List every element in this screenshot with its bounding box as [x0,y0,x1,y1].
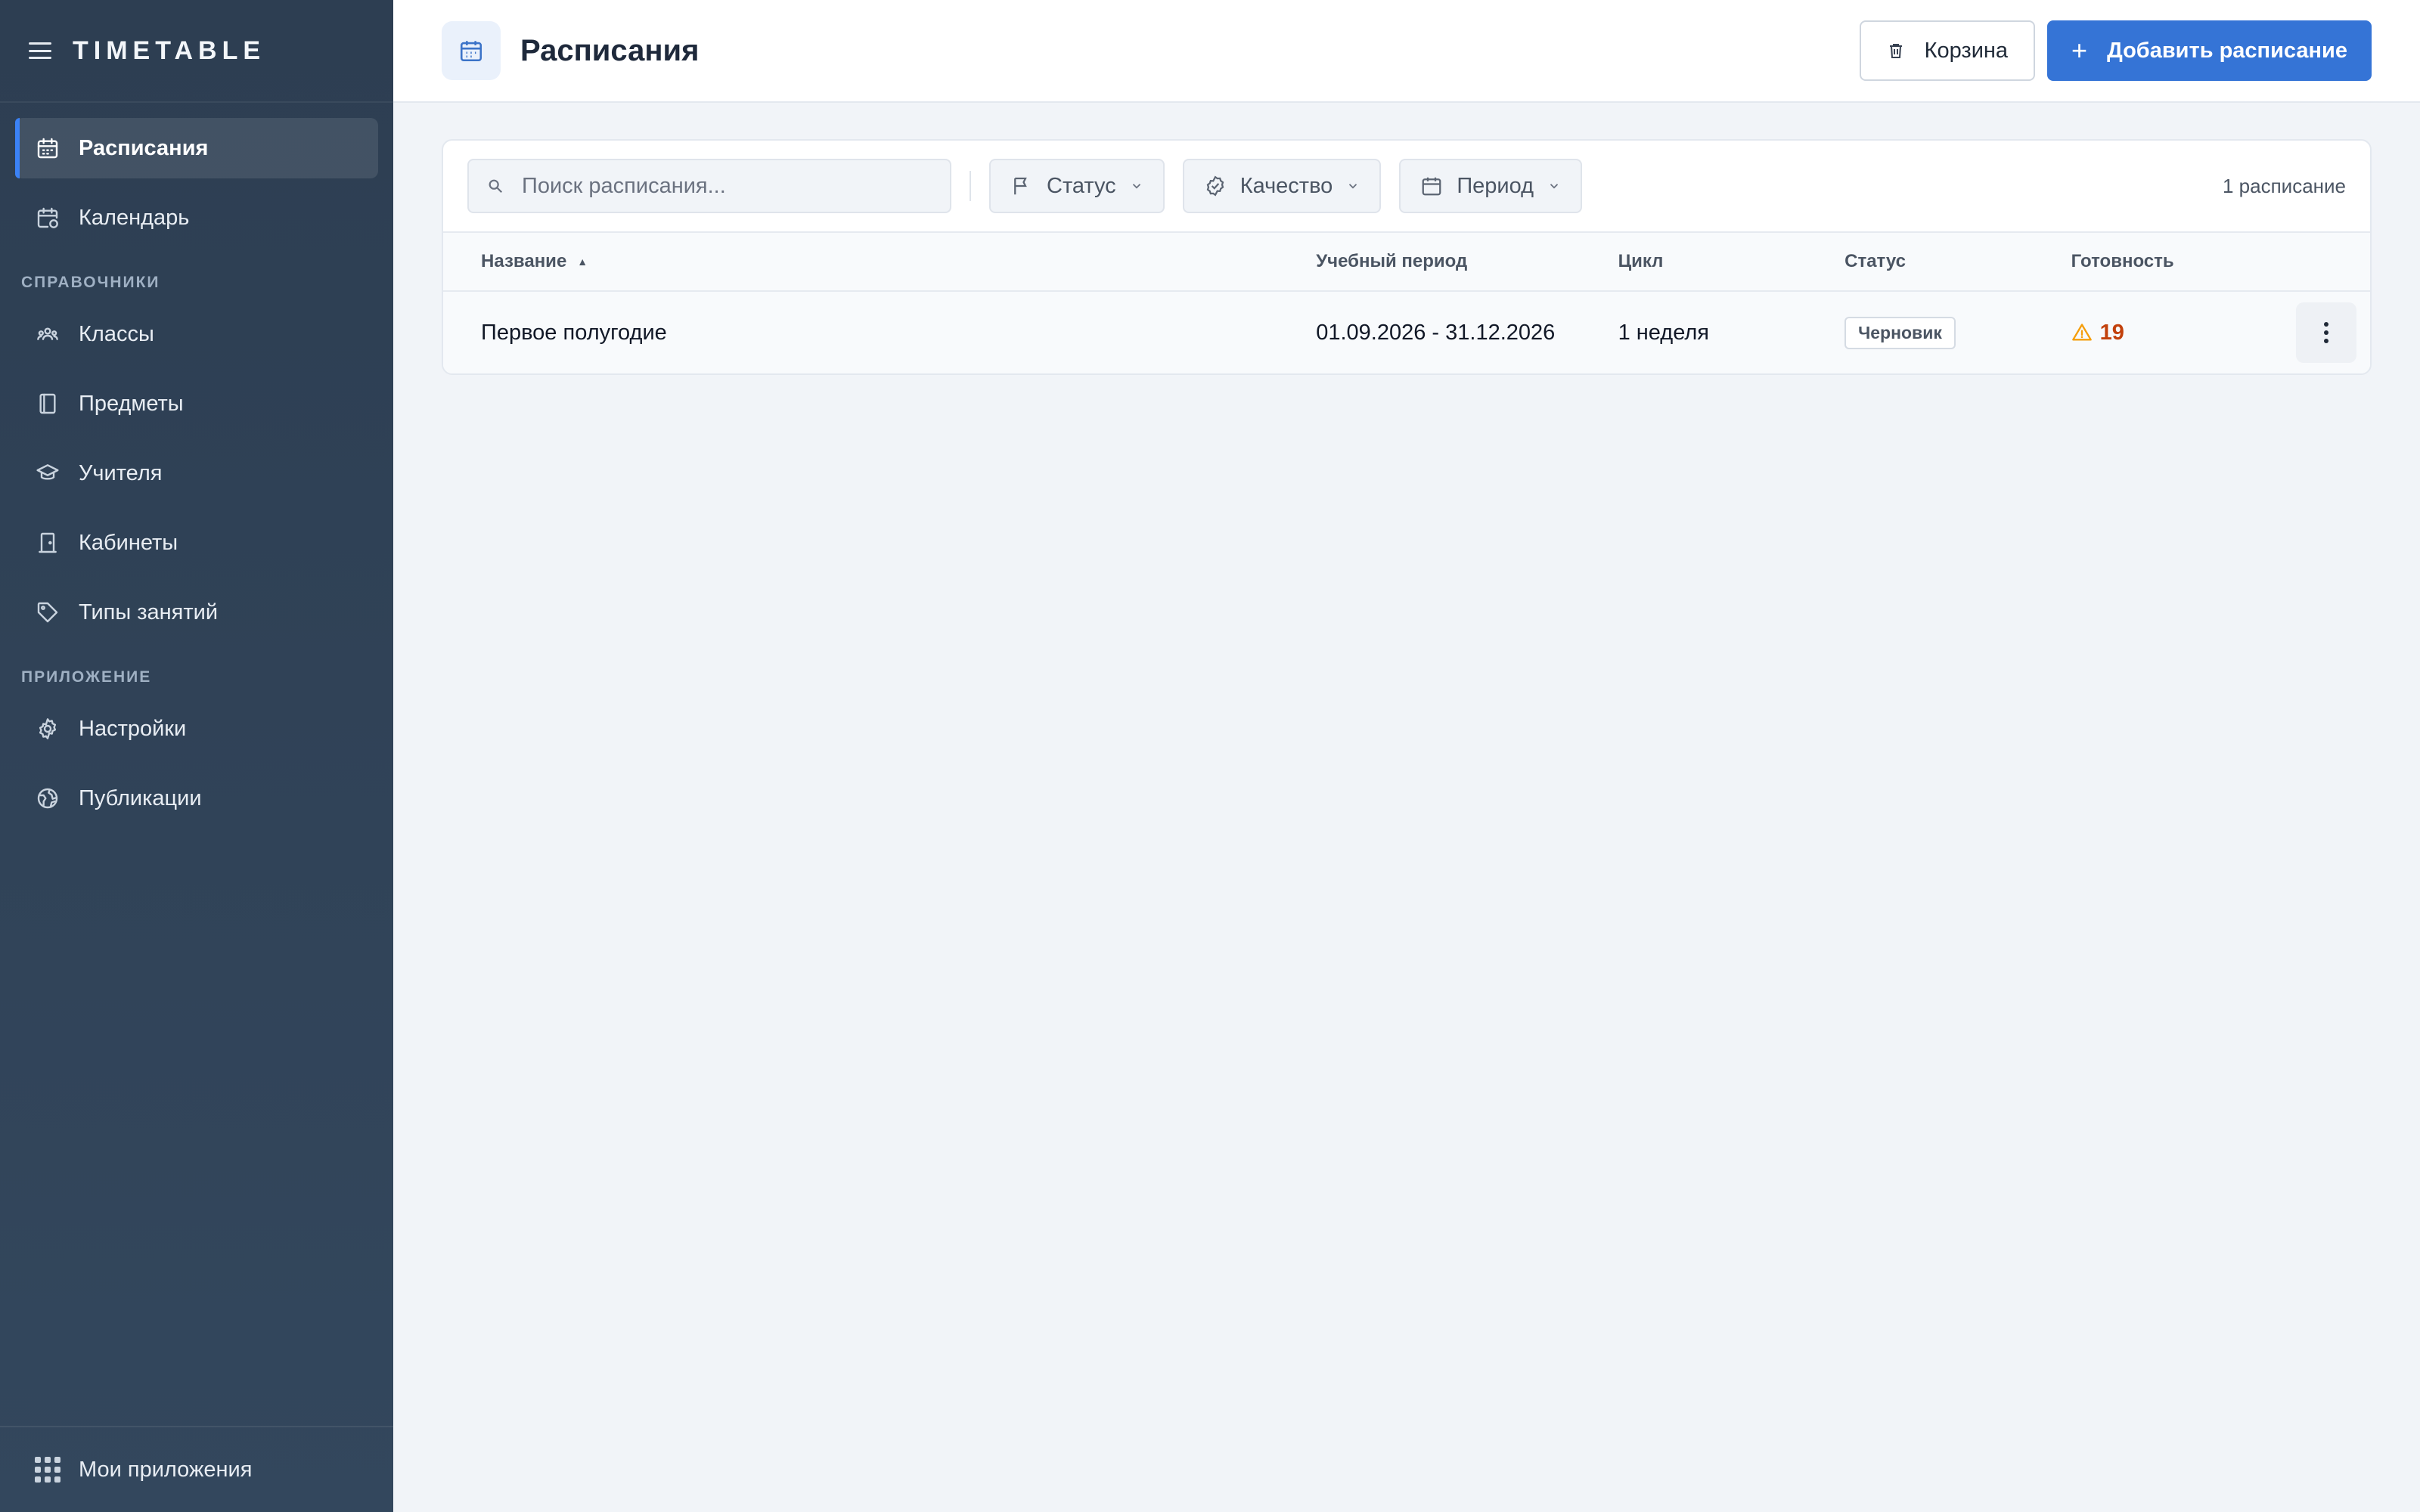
section-title-references: СПРАВОЧНИКИ [21,274,160,291]
sidebar-item-settings[interactable]: Настройки [15,699,378,759]
sidebar-item-lesson-types[interactable]: Типы занятий [15,582,378,643]
results-count: 1 расписание [2222,174,2346,197]
trash-icon [1889,44,1902,58]
kebab-dot [2324,330,2329,335]
sidebar-item-classes[interactable]: Классы [15,304,378,364]
sidebar-item-label: Типы занятий [79,600,219,624]
cell-status: Черновик [1844,316,2071,349]
readiness-count: 19 [2099,320,2124,345]
column-header-status: Статус [1844,251,1906,271]
apps-grid-icon [35,1457,60,1483]
sidebar-nav: Расписания Календарь СПРАВОЧНИКИ Классы [0,103,393,829]
quality-filter-button[interactable]: Качество [1182,159,1382,213]
plus-icon: + [2071,35,2088,66]
globe-icon [35,785,60,811]
kebab-dot [2324,322,2329,327]
sidebar-item-subjects[interactable]: Предметы [15,373,378,434]
sidebar-item-teachers[interactable]: Учителя [15,443,378,503]
filter-label: Период [1457,173,1534,198]
calendar-icon [442,21,501,80]
sidebar-item-rooms[interactable]: Кабинеты [15,513,378,573]
sidebar-item-label: Классы [79,321,154,346]
sidebar-item-label: Предметы [79,391,184,416]
toolbar-divider [970,171,971,201]
status-badge: Черновик [1844,316,1956,349]
trash-button[interactable]: Корзина [1859,20,2036,81]
search-input[interactable] [522,173,945,199]
sidebar: TIMETABLE Расписания Календарь СПРАВОЧНИ… [0,0,393,1512]
flag-icon [1010,175,1047,197]
cell-readiness: 19 [2071,321,2283,345]
kebab-dot [2324,339,2329,343]
table-header: Название ▲ Учебный период Цикл Статус Го… [443,233,2370,292]
filter-toolbar: Статус Качество [443,141,2370,233]
chevron-down-icon [1547,179,1561,193]
period-filter-button[interactable]: Период [1399,159,1583,213]
sidebar-item-schedules[interactable]: Расписания [15,118,378,178]
sidebar-brand: TIMETABLE [0,0,393,103]
add-schedule-button[interactable]: + Добавить расписание [2047,20,2372,81]
my-apps-button[interactable]: Мои приложения [0,1426,393,1512]
filter-label: Качество [1239,173,1333,198]
badge-check-icon [1204,175,1240,197]
table-row[interactable]: Первое полугодие 01.09.2026 - 31.12.2026… [443,292,2370,373]
cell-actions [2282,302,2370,363]
chevron-down-icon [1130,179,1143,193]
sort-asc-icon: ▲ [577,256,588,268]
app-root: TIMETABLE Расписания Календарь СПРАВОЧНИ… [0,0,2420,1512]
column-header-cycle: Цикл [1618,251,1664,271]
trash-button-label: Корзина [1924,38,2009,63]
cell-period: 01.09.2026 - 31.12.2026 [1316,320,1556,345]
chevron-down-icon [1346,179,1360,193]
filter-label: Статус [1047,173,1116,198]
page-title: Расписания [520,33,700,67]
gear-icon [35,716,60,742]
cell-name: Первое полугодие [481,320,667,345]
calendar-icon [35,135,60,161]
sidebar-item-label: Настройки [79,716,187,741]
search-icon [489,179,503,194]
sidebar-item-label: Расписания [79,135,209,160]
sidebar-item-label: Кабинеты [79,530,178,555]
section-title-application: ПРИЛОЖЕНИЕ [21,668,152,686]
column-header-name[interactable]: Название ▲ [443,251,1316,272]
menu-icon[interactable] [29,42,51,59]
sidebar-item-label: Учителя [79,460,163,485]
sidebar-item-label: Календарь [79,205,190,230]
graduation-cap-icon [35,460,60,486]
page-header: Расписания Корзина + Добавить расписание [393,0,2420,103]
search-box[interactable] [467,159,951,213]
sidebar-item-calendar[interactable]: Календарь [15,187,378,248]
main-content: Расписания Корзина + Добавить расписание [393,0,2420,1512]
status-filter-button[interactable]: Статус [989,159,1165,213]
schedules-card: Статус Качество [442,139,2372,375]
readiness-warning[interactable]: 19 [2071,321,2283,345]
calendar-icon [1420,175,1457,197]
sidebar-item-publications[interactable]: Публикации [15,768,378,829]
book-icon [35,391,60,417]
warning-icon [2071,324,2092,341]
column-header-readiness: Готовность [2071,251,2174,271]
calendar-clock-icon [35,205,60,231]
users-icon [35,321,60,347]
sidebar-item-label: Публикации [79,785,202,810]
door-icon [35,530,60,556]
add-schedule-label: Добавить расписание [2107,38,2347,63]
my-apps-label: Мои приложения [79,1457,253,1482]
column-header-period: Учебный период [1316,251,1468,271]
brand-title: TIMETABLE [73,36,266,65]
tag-icon [35,600,60,625]
cell-cycle: 1 неделя [1618,320,1709,345]
row-menu-button[interactable] [2296,302,2357,363]
